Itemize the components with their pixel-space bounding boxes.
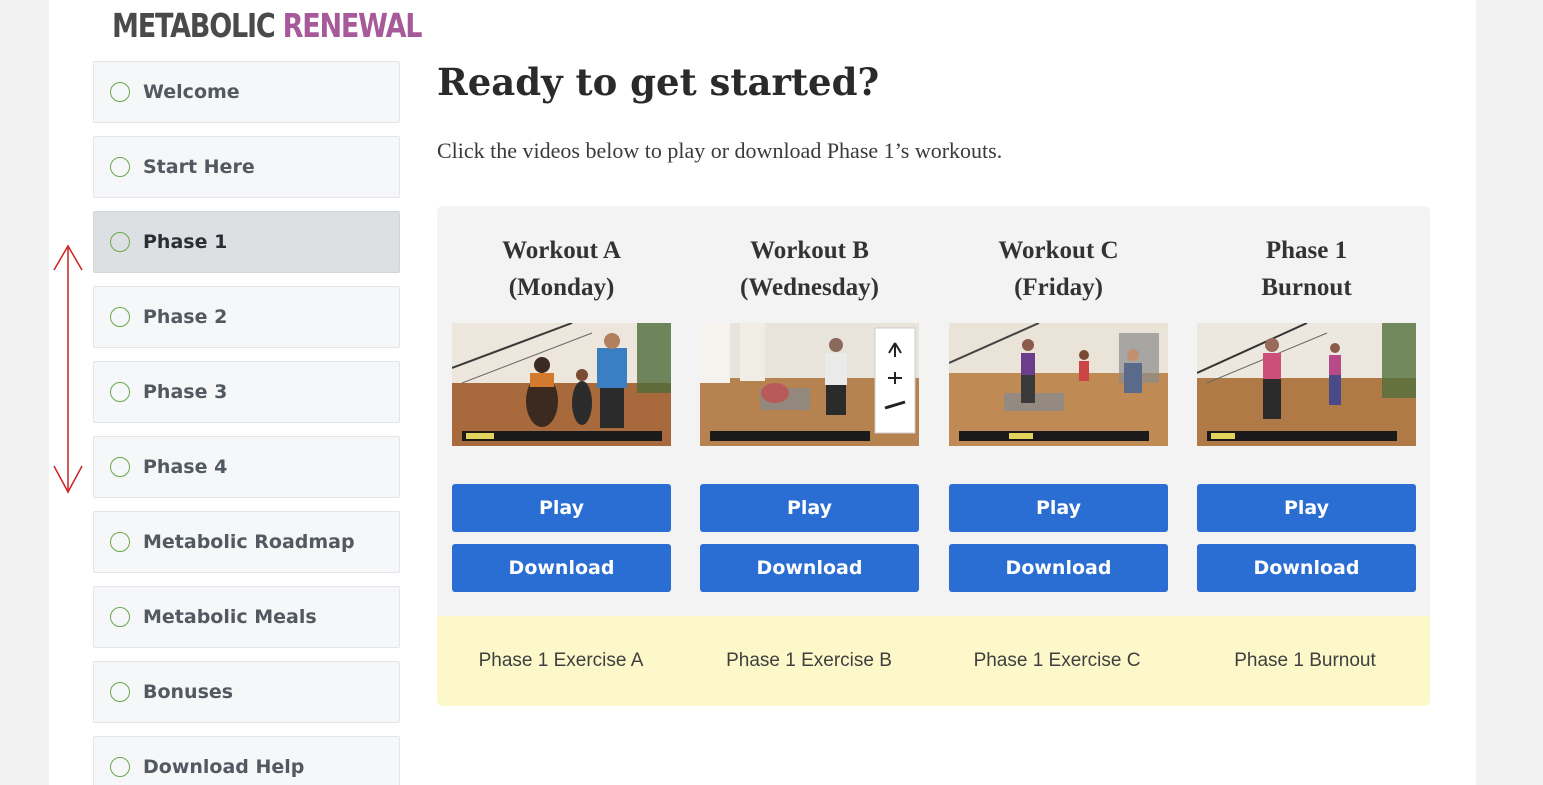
circle-outline-icon <box>110 457 130 477</box>
workout-caption-a: Phase 1 Exercise A <box>478 650 644 671</box>
sidebar-item-bonuses[interactable]: Bonuses <box>93 661 400 723</box>
video-thumbnail[interactable] <box>1197 323 1416 446</box>
page-intro: Click the videos below to play or downlo… <box>437 138 1003 163</box>
sidebar-item-metabolic-meals[interactable]: Metabolic Meals <box>93 586 400 648</box>
workout-title: Workout A (Monday) <box>437 232 691 306</box>
sidebar-item-phase-1[interactable]: Phase 1 <box>93 211 400 273</box>
download-button[interactable]: Download <box>700 544 919 592</box>
video-thumbnail[interactable] <box>949 323 1168 446</box>
circle-outline-icon <box>110 157 130 177</box>
sidebar-item-metabolic-roadmap[interactable]: Metabolic Roadmap <box>93 511 400 573</box>
sidebar-item-phase-3[interactable]: Phase 3 <box>93 361 400 423</box>
logo-word-renewal: RENEWAL <box>282 6 423 45</box>
sidebar-item-label: Bonuses <box>143 681 234 703</box>
workout-caption-c: Phase 1 Exercise C <box>973 650 1141 671</box>
sidebar-item-welcome[interactable]: Welcome <box>93 61 400 123</box>
play-button[interactable]: Play <box>700 484 919 532</box>
sidebar-item-label: Download Help <box>143 756 305 778</box>
circle-outline-icon <box>110 232 130 252</box>
sidebar-item-label: Welcome <box>143 81 240 103</box>
circle-outline-icon <box>110 532 130 552</box>
workout-caption-burnout: Phase 1 Burnout <box>1234 650 1376 671</box>
workout-caption-b: Phase 1 Exercise B <box>726 650 892 671</box>
download-button[interactable]: Download <box>452 544 671 592</box>
download-button[interactable]: Download <box>1197 544 1416 592</box>
circle-outline-icon <box>110 682 130 702</box>
sidebar-item-phase-2[interactable]: Phase 2 <box>93 286 400 348</box>
play-button[interactable]: Play <box>1197 484 1416 532</box>
sidebar-item-label: Metabolic Meals <box>143 606 317 628</box>
workout-title-line1: Phase 1 <box>1265 237 1348 264</box>
play-button[interactable]: Play <box>949 484 1168 532</box>
workout-title: Phase 1 Burnout <box>1177 232 1430 306</box>
download-button[interactable]: Download <box>949 544 1168 592</box>
sidebar-item-phase-4[interactable]: Phase 4 <box>93 436 400 498</box>
workout-title-line2: (Wednesday) <box>740 274 879 301</box>
circle-outline-icon <box>110 307 130 327</box>
workout-title: Workout B (Wednesday) <box>680 232 939 306</box>
workout-title-line2: (Friday) <box>1014 274 1103 301</box>
workout-title-line2: Burnout <box>1261 274 1352 301</box>
logo-word-metabolic: METABOLIC <box>112 6 276 45</box>
play-button[interactable]: Play <box>452 484 671 532</box>
circle-outline-icon <box>110 82 130 102</box>
circle-outline-icon <box>110 607 130 627</box>
page-title: Ready to get started? <box>437 60 880 104</box>
sidebar-item-label: Phase 2 <box>143 306 228 328</box>
captions-row: Phase 1 Exercise A Phase 1 Exercise B Ph… <box>437 616 1430 706</box>
workout-title: Workout C (Friday) <box>929 232 1188 306</box>
workout-title-line1: Workout C <box>998 237 1119 264</box>
video-thumbnail[interactable] <box>700 323 919 446</box>
sidebar-item-download-help[interactable]: Download Help <box>93 736 400 785</box>
sidebar-item-start-here[interactable]: Start Here <box>93 136 400 198</box>
video-thumbnail[interactable] <box>452 323 671 446</box>
sidebar-item-label: Phase 1 <box>143 231 228 253</box>
workouts-panel: Workout A (Monday) Play Download Workout… <box>437 206 1430 706</box>
sidebar-item-label: Metabolic Roadmap <box>143 531 355 553</box>
workout-title-line1: Workout B <box>750 237 869 264</box>
circle-outline-icon <box>110 757 130 777</box>
annotation-arrow-icon <box>53 244 83 494</box>
sidebar-item-label: Phase 3 <box>143 381 228 403</box>
workout-title-line1: Workout A <box>502 237 621 264</box>
circle-outline-icon <box>110 382 130 402</box>
workout-title-line2: (Monday) <box>508 274 615 301</box>
site-logo[interactable]: METABOLIC RENEWAL <box>112 6 423 45</box>
sidebar-item-label: Phase 4 <box>143 456 228 478</box>
sidebar-item-label: Start Here <box>143 156 255 178</box>
